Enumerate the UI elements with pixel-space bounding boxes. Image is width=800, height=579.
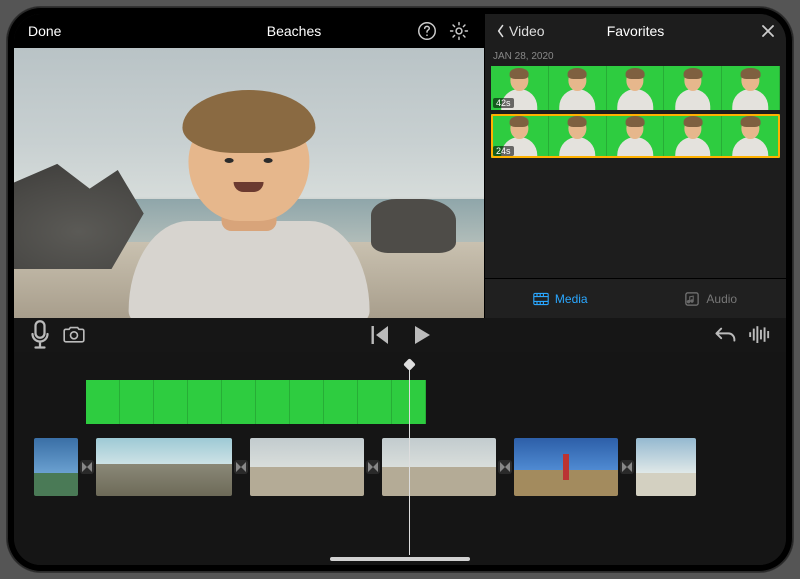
timeline-overlay-clip[interactable] [256,380,290,424]
skip-back-icon[interactable] [367,323,391,347]
media-clip-thumb[interactable] [664,66,722,110]
app-screen: Done Beaches [14,14,786,565]
media-clip-thumb[interactable] [722,66,780,110]
timeline-clip[interactable] [636,438,696,496]
timeline-overlay-clip[interactable] [154,380,188,424]
tab-media-label: Media [555,292,588,306]
transition-icon [80,460,94,474]
chevron-left-icon [495,24,507,38]
timeline-playhead[interactable] [409,362,410,555]
timeline-main-track[interactable] [14,438,786,496]
transition-icon [366,460,380,474]
transition-icon [498,460,512,474]
timeline-transition[interactable] [364,438,382,496]
timeline-clip[interactable] [34,438,78,496]
timeline-clip[interactable] [250,438,364,496]
home-indicator[interactable] [330,557,470,561]
media-back-label: Video [509,23,545,39]
top-row: Done Beaches [14,14,786,318]
play-icon[interactable] [409,323,433,347]
media-tabs: Media Audio [485,278,786,318]
project-title: Beaches [144,23,444,39]
close-icon [760,23,776,39]
media-clip-row[interactable]: 24s [491,114,780,158]
timeline-overlay-clip[interactable] [188,380,222,424]
timeline-transition[interactable] [496,438,514,496]
clip-duration-badge: 24s [493,146,514,156]
media-clip-thumb[interactable] [607,114,665,158]
media-clip-row[interactable]: 42s [491,66,780,110]
media-clip-thumb[interactable] [664,114,722,158]
timeline-clip[interactable] [382,438,496,496]
media-date-label: JAN 28, 2020 [485,48,786,66]
music-note-icon [684,292,700,306]
playback-controls [367,323,433,347]
media-close-button[interactable] [760,23,776,39]
undo-icon[interactable] [714,323,738,347]
media-clip-grid: 42s 24s [485,66,786,162]
help-icon[interactable] [416,20,438,42]
transition-icon [234,460,248,474]
video-preview[interactable] [14,48,484,318]
timeline-overlay-clip[interactable] [120,380,154,424]
tab-audio[interactable]: Audio [636,279,787,318]
timeline-overlay-clip[interactable] [222,380,256,424]
preview-pane: Done Beaches [14,14,484,318]
timeline-transition[interactable] [232,438,250,496]
transition-icon [620,460,634,474]
preview-header: Done Beaches [14,14,484,48]
camera-icon[interactable] [62,323,86,347]
timeline-overlay-track[interactable] [86,380,426,424]
media-clip-thumb[interactable] [549,114,607,158]
settings-gear-icon[interactable] [448,20,470,42]
media-browser: Video Favorites JAN 28, 2020 42s 24s Medi… [484,14,786,318]
media-browser-header: Video Favorites [485,14,786,48]
ipad-device-frame: Done Beaches [7,7,793,572]
done-button[interactable]: Done [28,23,61,39]
clip-duration-badge: 42s [493,98,514,108]
microphone-icon[interactable] [28,323,52,347]
tab-audio-label: Audio [706,292,737,306]
timeline-overlay-clip[interactable] [358,380,392,424]
timeline-transition[interactable] [618,438,636,496]
timeline-transition[interactable] [78,438,96,496]
filmstrip-icon [533,292,549,306]
timeline[interactable] [14,352,786,565]
timeline-clip[interactable] [514,438,618,496]
toolbar [14,318,786,352]
timeline-overlay-clip[interactable] [290,380,324,424]
media-clip-thumb[interactable] [549,66,607,110]
timeline-clip[interactable] [96,438,232,496]
media-clip-thumb[interactable] [722,114,780,158]
media-back-button[interactable]: Video [495,23,545,39]
tab-media[interactable]: Media [485,279,636,318]
waveform-icon[interactable] [748,323,772,347]
media-clip-thumb[interactable] [607,66,665,110]
timeline-overlay-clip[interactable] [86,380,120,424]
timeline-overlay-clip[interactable] [324,380,358,424]
